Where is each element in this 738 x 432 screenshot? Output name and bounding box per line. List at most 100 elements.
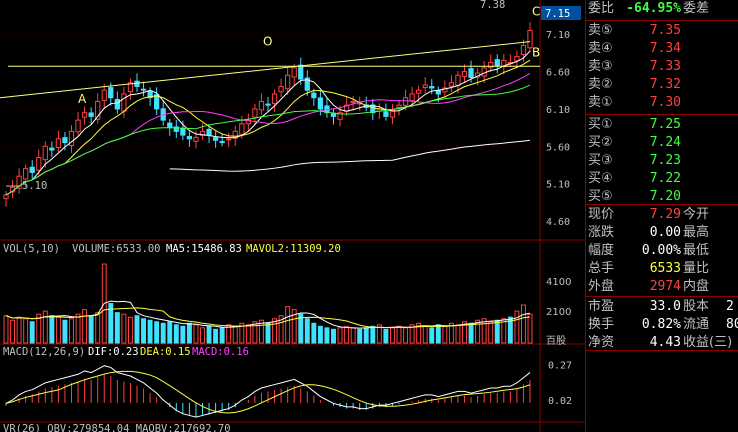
- quote-label: 买④: [588, 171, 613, 186]
- volume-bar: [167, 321, 173, 344]
- volume-bar: [403, 327, 409, 344]
- candle: [265, 103, 271, 106]
- price-axis: 7.10 6.60 6.10 5.60 5.10 4.60: [546, 30, 570, 228]
- macd-tick-label: 0.27: [548, 360, 572, 371]
- candle: [291, 67, 297, 78]
- macd-axis: 0.27 0.02: [548, 360, 572, 407]
- ma60-line: [169, 139, 531, 172]
- quote-value: 0.82%: [641, 317, 681, 332]
- volume-bar: [23, 318, 29, 344]
- quote-value: 7.33: [649, 59, 681, 74]
- volume-bars[interactable]: [3, 263, 533, 344]
- volume-bar: [206, 325, 212, 344]
- volume-axis: 4100 2100 百股: [546, 277, 571, 347]
- quote-value: 7.23: [649, 153, 681, 168]
- volume-bar: [62, 319, 68, 344]
- quote-row: 外盘 2974 内盘: [586, 278, 738, 296]
- quote-value: 33.0: [649, 299, 681, 314]
- mavol2-value: MAVOL2:11309.20: [246, 243, 341, 255]
- volume-bar: [49, 315, 55, 344]
- quote-row: 换手 0.82% 流通 80: [586, 316, 738, 334]
- volume-bar: [435, 324, 441, 344]
- quote-label: 换手: [588, 317, 615, 332]
- annotation-a: A: [78, 92, 87, 106]
- candle: [193, 136, 199, 142]
- quote-label-2: 最高: [683, 225, 710, 240]
- quote-value: 7.30: [649, 95, 681, 110]
- low-label: 5.10: [22, 180, 47, 192]
- volume-bar: [488, 321, 494, 344]
- candle: [416, 89, 422, 94]
- candle: [42, 145, 48, 161]
- candle: [101, 89, 107, 101]
- annotation-c: C: [532, 4, 540, 18]
- dea-value: DEA:0.15: [140, 346, 191, 358]
- candle: [212, 137, 219, 141]
- volume-bar: [147, 319, 153, 344]
- volume-bar: [344, 325, 350, 344]
- quote-label: 涨跌: [588, 225, 615, 240]
- candle: [29, 166, 35, 173]
- quote-row: 卖③ 7.33: [586, 58, 738, 76]
- volume-bar: [304, 318, 310, 344]
- ma5-value: MA5:15486.83: [166, 243, 242, 255]
- quote-label: 幅度: [588, 243, 615, 258]
- volume-bar: [3, 315, 9, 344]
- volume-bar: [141, 318, 147, 344]
- candle: [278, 85, 284, 93]
- volume-bar: [114, 312, 120, 344]
- candle: [429, 86, 435, 89]
- quote-label-2: 今开: [683, 207, 710, 222]
- volume-bar: [363, 327, 369, 344]
- last-price-label: 7.15: [545, 8, 570, 20]
- candle: [55, 138, 62, 148]
- quote-label: 卖①: [588, 95, 613, 110]
- quote-label-2: 流通: [683, 317, 710, 332]
- candle: [226, 138, 232, 141]
- volume-bar: [285, 306, 291, 344]
- price-tick-label: 6.10: [546, 105, 570, 116]
- price-tick-label: 5.60: [546, 142, 570, 153]
- quote-value: 6533: [649, 261, 681, 276]
- candle: [402, 97, 409, 106]
- quote-label: 买③: [588, 153, 613, 168]
- candle: [81, 112, 88, 118]
- quote-value: 7.22: [649, 171, 681, 186]
- quote-label: 现价: [588, 207, 615, 222]
- quote-label: 卖⑤: [588, 23, 613, 38]
- quote-row: 涨跌 0.00 最高: [586, 224, 738, 242]
- macd-value: MACD:0.16: [192, 346, 249, 358]
- candle: [206, 128, 212, 136]
- candle: [252, 108, 258, 118]
- quote-label-2: 内盘: [683, 279, 710, 294]
- candle: [383, 111, 389, 117]
- candle: [396, 104, 402, 108]
- volume-bar: [389, 327, 395, 344]
- candle: [285, 74, 291, 90]
- volume-bar: [173, 324, 179, 344]
- candle: [219, 141, 225, 144]
- quote-row: 卖② 7.32: [586, 76, 738, 94]
- volume-bar: [10, 319, 16, 344]
- macd-bars[interactable]: [5, 365, 531, 418]
- price-tick-label: 5.10: [546, 180, 570, 191]
- weibi-value: -64.95%: [626, 1, 681, 16]
- volume-value: VOLUME:6533.00: [72, 243, 161, 255]
- volume-bar: [42, 310, 48, 344]
- volume-bar: [16, 316, 22, 344]
- candle: [49, 147, 55, 151]
- quote-label: 市盈: [588, 299, 615, 314]
- price-grid: [0, 33, 540, 222]
- bottom-indicator: VR(26) OBV:279854.04 MAOBV:217692.70: [3, 423, 231, 432]
- volume-bar: [88, 315, 94, 344]
- macd-params: MACD(12,26,9): [3, 346, 85, 358]
- candle: [75, 119, 81, 133]
- candle: [422, 84, 428, 88]
- candle: [186, 135, 193, 140]
- quote-row: 买① 7.25: [586, 116, 738, 134]
- volume-bar: [69, 318, 74, 344]
- candle: [62, 137, 68, 144]
- candle: [350, 100, 356, 104]
- volume-bar: [455, 324, 461, 344]
- candle: [140, 88, 147, 91]
